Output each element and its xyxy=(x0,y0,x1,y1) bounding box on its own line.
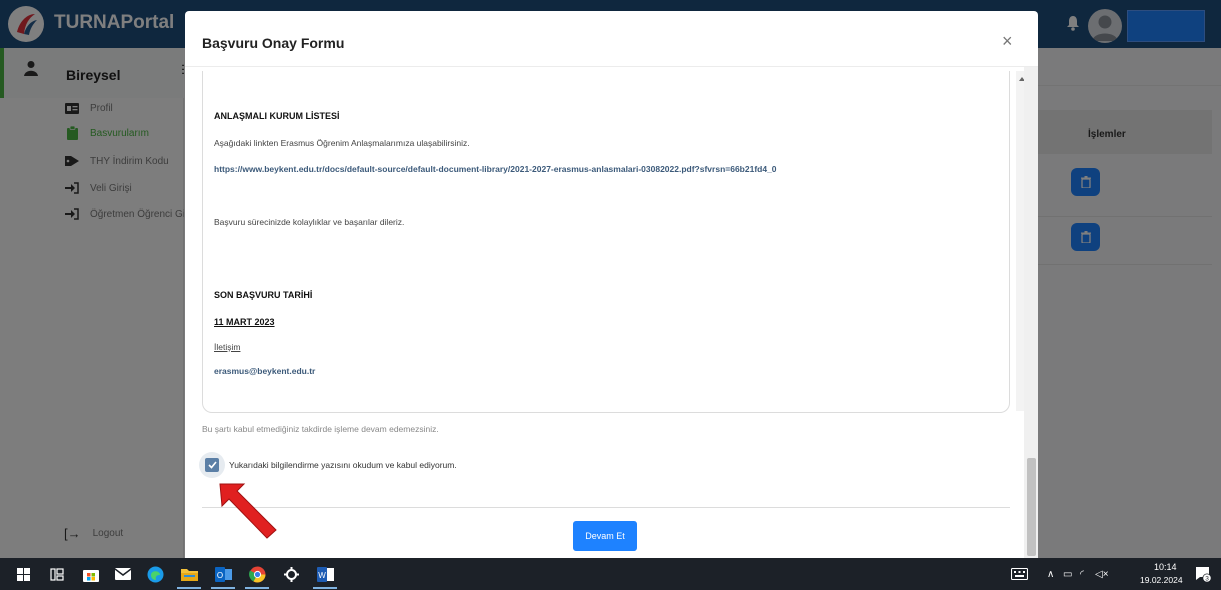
mail-icon[interactable] xyxy=(114,565,132,583)
accept-terms-label[interactable]: Yukarıdaki bilgilendirme yazısını okudum… xyxy=(229,460,457,470)
active-app-indicator xyxy=(177,587,201,589)
windows-start-icon[interactable] xyxy=(14,565,32,583)
accept-terms-checkbox[interactable] xyxy=(205,458,219,472)
svg-text:W: W xyxy=(318,571,326,580)
clock-time[interactable]: 10:14 xyxy=(1154,562,1177,572)
active-app-indicator xyxy=(313,587,337,589)
clipped-text-line xyxy=(215,71,895,76)
contact-label: İletişim xyxy=(214,342,241,352)
svg-text:3: 3 xyxy=(1205,576,1209,583)
gear-icon[interactable] xyxy=(282,565,300,583)
deadline-title: SON BAŞVURU TARİHİ xyxy=(214,290,313,300)
modal-scrollbar[interactable] xyxy=(1024,67,1038,558)
tray-overflow-icon[interactable]: ∧ xyxy=(1047,569,1054,580)
volume-muted-icon[interactable]: ◁× xyxy=(1095,569,1109,580)
deadline-date: 11 MART 2023 xyxy=(214,317,275,327)
application-approval-modal: Başvuru Onay Formu × ANLAŞMALI KURUM LİS… xyxy=(185,11,1038,558)
wish-text: Başvuru sürecinizde kolaylıklar ve başar… xyxy=(214,217,405,227)
notification-center-icon[interactable]: 3 xyxy=(1194,565,1212,583)
check-icon xyxy=(207,461,217,469)
modal-footer-divider xyxy=(202,507,1010,508)
annotation-arrow-icon xyxy=(219,483,277,539)
agreements-description: Aşağıdaki linkten Erasmus Öğrenim Anlaşm… xyxy=(214,138,470,148)
clock-date[interactable]: 19.02.2024 xyxy=(1140,575,1183,585)
active-app-indicator xyxy=(211,587,235,589)
modal-scrollbar-thumb[interactable] xyxy=(1027,458,1036,556)
active-app-indicator xyxy=(245,587,269,589)
word-icon[interactable]: W xyxy=(316,565,334,583)
modal-title: Başvuru Onay Formu xyxy=(202,35,345,51)
terms-warning: Bu şartı kabul etmediğiniz takdirde işle… xyxy=(202,424,439,434)
wifi-icon[interactable]: ◜ xyxy=(1080,569,1084,580)
close-icon[interactable]: × xyxy=(1002,31,1013,52)
file-explorer-icon[interactable] xyxy=(180,565,198,583)
battery-icon[interactable]: ▭ xyxy=(1063,569,1072,580)
windows-taskbar: O W ∧ ▭ ◜ ◁× 10:14 19.02.2024 3 xyxy=(0,558,1221,590)
microsoft-store-icon[interactable] xyxy=(82,565,100,583)
terms-scroll-area[interactable] xyxy=(202,71,1010,413)
touch-keyboard-icon[interactable] xyxy=(1010,565,1028,583)
section-title-agreements: ANLAŞMALI KURUM LİSTESİ xyxy=(214,111,340,121)
continue-button[interactable]: Devam Et xyxy=(573,521,637,551)
svg-text:O: O xyxy=(216,571,222,580)
contact-email[interactable]: erasmus@beykent.edu.tr xyxy=(214,366,315,376)
outlook-icon[interactable]: O xyxy=(214,565,232,583)
modal-header-divider xyxy=(185,66,1038,67)
task-view-icon[interactable] xyxy=(48,565,66,583)
edge-browser-icon[interactable] xyxy=(146,565,164,583)
agreements-link[interactable]: https://www.beykent.edu.tr/docs/default-… xyxy=(214,164,777,174)
chrome-icon[interactable] xyxy=(248,565,266,583)
